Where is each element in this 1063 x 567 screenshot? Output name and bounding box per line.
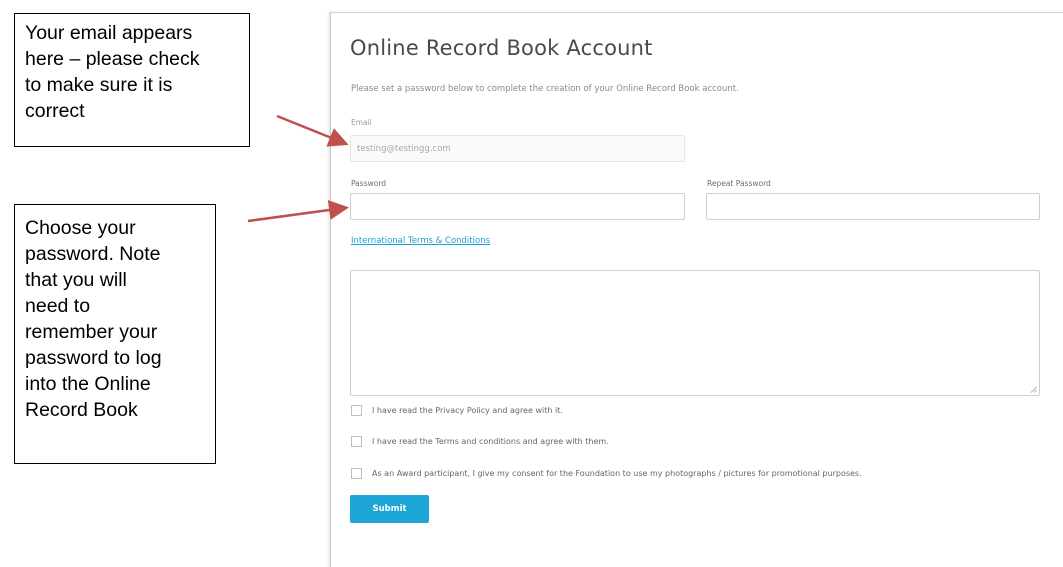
callout-line: Record Book [25, 399, 138, 421]
callout-line: Choose your [25, 217, 136, 239]
password-input[interactable] [350, 193, 685, 220]
terms-textarea[interactable] [350, 270, 1040, 396]
privacy-policy-checkbox-row[interactable]: I have read the Privacy Policy and agree… [351, 405, 563, 416]
page-title: Online Record Book Account [350, 36, 653, 60]
photo-consent-checkbox-row[interactable]: As an Award participant, I give my conse… [351, 468, 862, 479]
password-label: Password [351, 179, 387, 188]
terms-agree-label: I have read the Terms and conditions and… [372, 437, 609, 446]
terms-conditions-link[interactable]: International Terms & Conditions [351, 236, 490, 246]
callout-line: password to log [25, 347, 162, 369]
repeat-password-label: Repeat Password [707, 179, 771, 188]
callout-line: into the Online [25, 373, 151, 395]
privacy-policy-checkbox[interactable] [351, 405, 362, 416]
callout-line: password. Note [25, 243, 161, 265]
callout-line: need to [25, 295, 91, 317]
callout-line: Your email appears [25, 22, 193, 44]
callout-line: remember your [25, 321, 158, 343]
callout-line: here – please check [25, 48, 200, 70]
email-callout: Your email appears here – please check t… [14, 13, 250, 147]
callout-line: correct [25, 100, 85, 122]
email-label: Email [351, 118, 372, 127]
photo-consent-label: As an Award participant, I give my conse… [372, 469, 862, 478]
terms-agree-checkbox[interactable] [351, 436, 362, 447]
privacy-policy-label: I have read the Privacy Policy and agree… [372, 406, 563, 415]
email-field: testing@testingg.com [350, 135, 685, 162]
terms-agree-checkbox-row[interactable]: I have read the Terms and conditions and… [351, 436, 609, 447]
photo-consent-checkbox[interactable] [351, 468, 362, 479]
email-value: testing@testingg.com [357, 143, 451, 154]
page-subtitle: Please set a password below to complete … [351, 84, 739, 94]
callout-line: to make sure it is [25, 74, 173, 96]
resize-grip-icon[interactable] [1030, 386, 1037, 393]
callout-line: that you will [25, 269, 127, 291]
submit-button[interactable]: Submit [350, 495, 429, 523]
repeat-password-input[interactable] [706, 193, 1040, 220]
password-callout: Choose your password. Note that you will… [14, 204, 216, 464]
